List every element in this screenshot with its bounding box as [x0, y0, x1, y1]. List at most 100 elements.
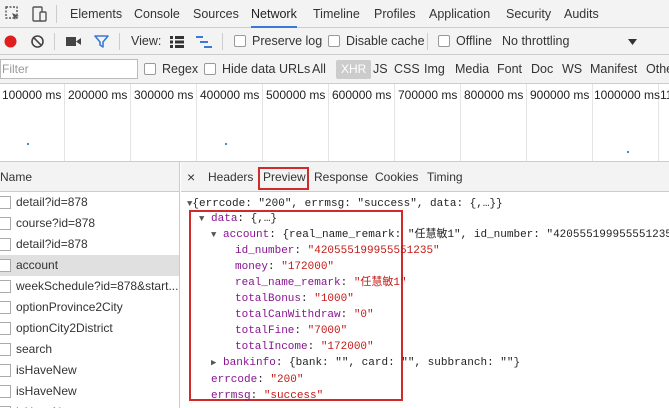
large-rows-icon[interactable] [170, 36, 184, 48]
request-row[interactable]: isHaveNew [0, 381, 179, 402]
timeline-gridline [394, 84, 395, 161]
waterfall-icon[interactable] [196, 36, 212, 48]
video-camera-icon[interactable] [66, 35, 82, 48]
tab-security[interactable]: Security [506, 0, 551, 28]
timeline-gridline [526, 84, 527, 161]
tab-console[interactable]: Console [134, 0, 180, 28]
tab-sources[interactable]: Sources [193, 0, 239, 28]
filter-icon[interactable] [94, 34, 109, 49]
toolbar-divider [54, 33, 55, 50]
type-filter-media[interactable]: Media [455, 55, 489, 84]
regex-label: Regex [162, 62, 199, 76]
expanded-triangle-icon: ▼ [211, 230, 217, 240]
file-icon [0, 238, 11, 251]
preserve-log-checkbox[interactable] [234, 35, 246, 47]
type-filter-xhr[interactable]: XHR [336, 60, 372, 79]
timeline-request-marker [225, 143, 227, 145]
tab-response[interactable]: Response [314, 162, 368, 192]
timeline-overview[interactable]: 100000 ms 200000 ms 300000 ms 400000 ms … [0, 84, 669, 162]
hide-data-urls-label: Hide data URLs [222, 62, 311, 76]
type-filter-doc[interactable]: Doc [531, 55, 553, 84]
timeline-tick-label: 300000 ms [134, 88, 194, 102]
type-filter-css[interactable]: CSS [394, 55, 420, 84]
type-filter-ws[interactable]: WS [562, 55, 582, 84]
request-row[interactable]: isHaveNew [0, 402, 179, 408]
file-icon [0, 301, 11, 314]
type-filter-font[interactable]: Font [497, 55, 522, 84]
request-row[interactable]: weekSchedule?id=878&start... [0, 276, 179, 297]
request-row[interactable]: detail?id=878 [0, 192, 179, 213]
toolbar-divider [427, 33, 428, 50]
request-row[interactable]: course?id=878 [0, 213, 179, 234]
timeline-gridline [196, 84, 197, 161]
file-icon [0, 217, 11, 230]
request-row[interactable]: optionProvince2City [0, 297, 179, 318]
timeline-tick-label: 500000 ms [266, 88, 326, 102]
tab-divider [56, 5, 57, 23]
timeline-tick-label: 100000 ms [2, 88, 62, 102]
collapsed-triangle-icon: ▶ [211, 358, 217, 368]
timeline-tick-label: 200000 ms [68, 88, 128, 102]
json-bankinfo-row[interactable]: ▶ bankinfo: {bank: "", card: "", subbran… [211, 354, 520, 372]
network-toolbar: View: Preserve log Disable cache Offline… [0, 28, 669, 55]
file-icon [0, 322, 11, 335]
tab-network[interactable]: Network [251, 0, 297, 28]
offline-checkbox[interactable] [438, 35, 450, 47]
tab-timing[interactable]: Timing [427, 162, 463, 192]
tab-headers[interactable]: Headers [208, 162, 253, 192]
clear-icon[interactable] [30, 34, 45, 49]
regex-checkbox[interactable] [144, 63, 156, 75]
file-icon [0, 385, 11, 398]
json-errmsg-row[interactable]: errmsg: "success" [211, 387, 323, 405]
filter-input[interactable]: Filter [0, 59, 138, 79]
timeline-gridline [130, 84, 131, 161]
tab-profiles[interactable]: Profiles [374, 0, 416, 28]
file-icon [0, 343, 11, 356]
tab-cookies[interactable]: Cookies [375, 162, 418, 192]
timeline-gridline [64, 84, 65, 161]
hide-data-urls-checkbox[interactable] [204, 63, 216, 75]
request-row[interactable]: search [0, 339, 179, 360]
timeline-tick-label: 11 [660, 88, 669, 102]
inspect-element-icon[interactable] [4, 5, 22, 23]
type-filter-js[interactable]: JS [373, 55, 388, 84]
timeline-gridline [460, 84, 461, 161]
device-toolbar-icon[interactable] [30, 5, 48, 23]
tab-timeline[interactable]: Timeline [313, 0, 360, 28]
timeline-tick-label: 900000 ms [530, 88, 590, 102]
record-icon[interactable] [3, 34, 18, 49]
request-row-selected[interactable]: account [0, 255, 179, 276]
type-filter-all[interactable]: All [312, 55, 326, 84]
expanded-triangle-icon: ▼ [199, 214, 205, 224]
chevron-down-icon[interactable] [628, 39, 637, 45]
timeline-tick-label: 1000000 ms [594, 88, 661, 102]
throttling-select[interactable]: No throttling [502, 28, 569, 55]
timeline-tick-label: 400000 ms [200, 88, 260, 102]
file-icon [0, 280, 11, 293]
request-row[interactable]: optionCity2District [0, 318, 179, 339]
timeline-tick-label: 600000 ms [332, 88, 392, 102]
type-filter-other[interactable]: Othe [646, 55, 669, 84]
tab-elements[interactable]: Elements [70, 0, 122, 28]
detail-tab-bar: × Headers Preview Response Cookies Timin… [181, 162, 669, 192]
type-filter-manifest[interactable]: Manifest [590, 55, 637, 84]
timeline-tick-label: 800000 ms [464, 88, 524, 102]
close-icon[interactable]: × [187, 162, 195, 192]
view-label: View: [131, 34, 162, 48]
tab-application[interactable]: Application [429, 0, 490, 28]
timeline-gridline [328, 84, 329, 161]
disable-cache-checkbox[interactable] [328, 35, 340, 47]
offline-label: Offline [456, 34, 492, 48]
timeline-gridline [592, 84, 593, 161]
name-column-header[interactable]: Name [0, 162, 179, 192]
toolbar-divider [222, 33, 223, 50]
preserve-log-label: Preserve log [252, 34, 323, 48]
type-filter-img[interactable]: Img [424, 55, 445, 84]
file-icon [0, 196, 11, 209]
request-row[interactable]: isHaveNew [0, 360, 179, 381]
file-icon [0, 259, 11, 272]
request-row[interactable]: detail?id=878 [0, 234, 179, 255]
filter-bar: Filter Regex Hide data URLs All XHR JS C… [0, 55, 669, 84]
tab-audits[interactable]: Audits [564, 0, 599, 28]
timeline-request-marker [27, 143, 29, 145]
